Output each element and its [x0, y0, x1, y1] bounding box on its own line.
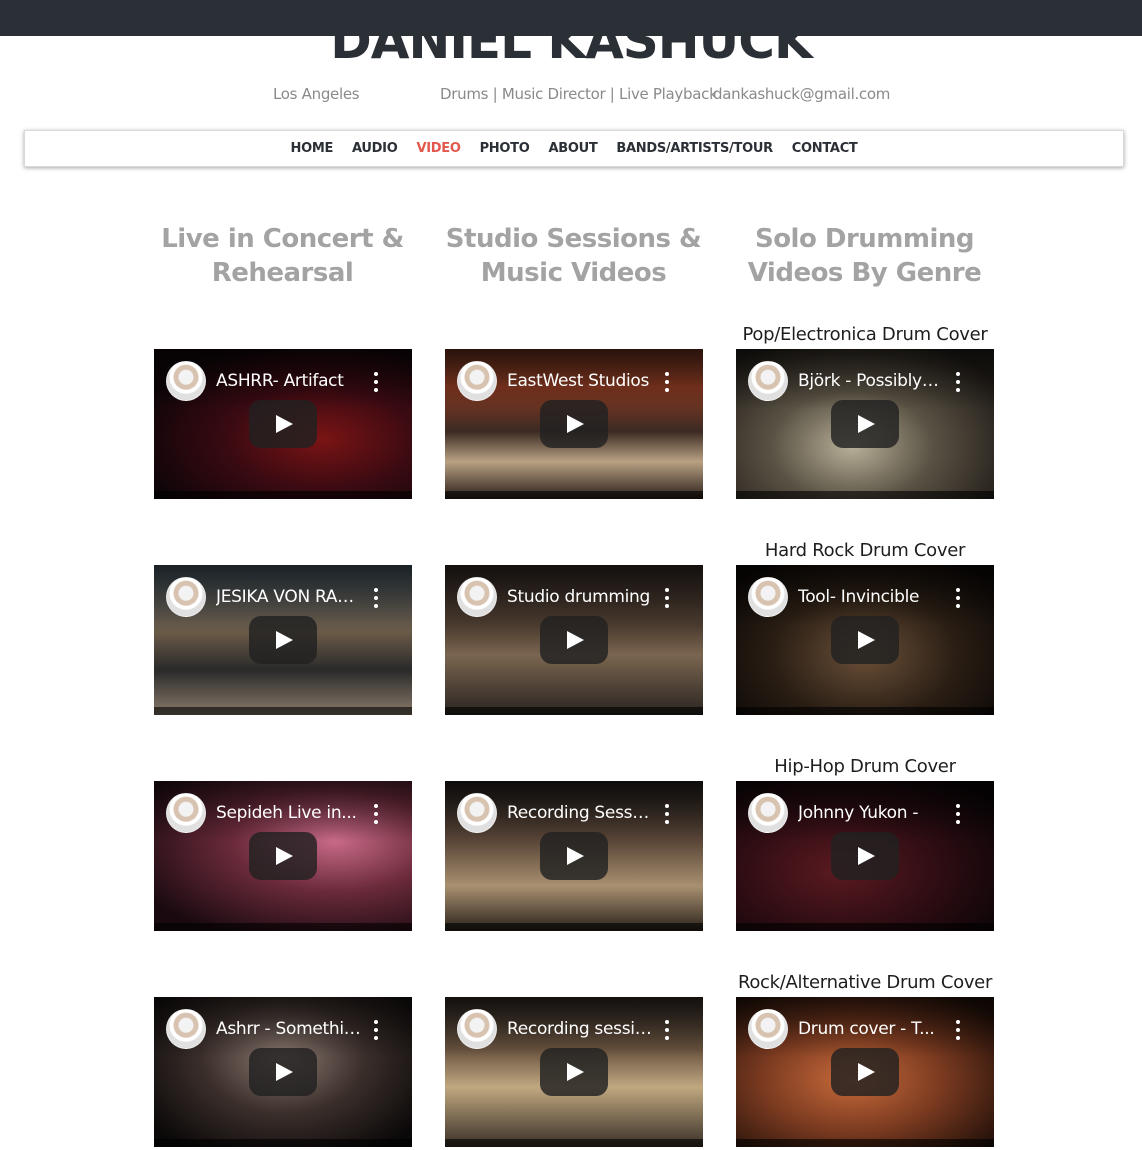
play-icon[interactable] — [249, 616, 317, 664]
more-vert-icon[interactable] — [661, 1020, 673, 1040]
studio-title-line-2: Music Videos — [480, 258, 667, 288]
more-vert-icon[interactable] — [952, 372, 964, 392]
genre-label-rock-alt: Rock/Alternative Drum Cover — [737, 972, 993, 993]
more-vert-icon[interactable] — [661, 588, 673, 608]
video-title[interactable]: JESIKA VON RABBIT — [216, 586, 361, 608]
channel-avatar[interactable] — [166, 361, 206, 401]
channel-avatar[interactable] — [166, 1009, 206, 1049]
nav-home[interactable]: HOME — [281, 141, 343, 156]
roles-text: Drums | Music Director | Live Playback — [440, 85, 718, 103]
video-title[interactable]: Studio drumming — [507, 586, 652, 608]
more-vert-icon[interactable] — [952, 588, 964, 608]
video-embed-live-3[interactable]: Sepideh Live in... — [154, 781, 412, 931]
play-icon[interactable] — [831, 400, 899, 448]
video-embed-live-4[interactable]: Ashrr - Something — [154, 997, 412, 1147]
video-title[interactable]: Recording session — [507, 1018, 652, 1040]
live-column-title: Live in Concert & Rehearsal — [137, 222, 428, 290]
video-title[interactable]: Recording Session — [507, 802, 652, 824]
video-title[interactable]: Johnny Yukon - — [798, 802, 943, 824]
video-embed-live-1[interactable]: ASHRR- Artifact — [154, 349, 412, 499]
nav-about[interactable]: ABOUT — [539, 141, 607, 156]
video-title[interactable]: Drum cover - T... — [798, 1018, 943, 1040]
video-title[interactable]: Björk - Possibly Maybe — [798, 370, 943, 392]
studio-column-title: Studio Sessions & Music Videos — [428, 222, 719, 290]
top-bar — [0, 0, 1142, 36]
solo-title-line-2: Videos By Genre — [747, 258, 982, 288]
play-icon[interactable] — [831, 616, 899, 664]
play-icon[interactable] — [249, 832, 317, 880]
video-title[interactable]: EastWest Studios — [507, 370, 652, 392]
more-vert-icon[interactable] — [661, 804, 673, 824]
main-nav: HOME AUDIO VIDEO PHOTO ABOUT BANDS/ARTIS… — [24, 130, 1124, 167]
genre-label-hip-hop: Hip-Hop Drum Cover — [774, 756, 956, 777]
solo-column-title: Solo Drumming Videos By Genre — [719, 222, 1010, 290]
play-icon[interactable] — [540, 832, 608, 880]
nav-video[interactable]: VIDEO — [407, 141, 470, 156]
video-title[interactable]: Ashrr - Something — [216, 1018, 361, 1040]
video-title[interactable]: Sepideh Live in... — [216, 802, 361, 824]
nav-photo[interactable]: PHOTO — [470, 141, 539, 156]
video-embed-solo-1[interactable]: Björk - Possibly Maybe — [736, 349, 994, 499]
channel-avatar[interactable] — [166, 577, 206, 617]
more-vert-icon[interactable] — [952, 804, 964, 824]
video-embed-studio-4[interactable]: Recording session — [445, 997, 703, 1147]
video-embed-solo-2[interactable]: Tool- Invincible — [736, 565, 994, 715]
more-vert-icon[interactable] — [952, 1020, 964, 1040]
channel-avatar[interactable] — [748, 1009, 788, 1049]
channel-avatar[interactable] — [166, 793, 206, 833]
live-title-line-1: Live in Concert & — [161, 224, 404, 254]
channel-avatar[interactable] — [748, 361, 788, 401]
play-icon[interactable] — [249, 400, 317, 448]
nav-audio[interactable]: AUDIO — [343, 141, 407, 156]
nav-contact[interactable]: CONTACT — [782, 141, 867, 156]
play-icon[interactable] — [831, 1048, 899, 1096]
video-embed-solo-4[interactable]: Drum cover - T... — [736, 997, 994, 1147]
video-embed-studio-2[interactable]: Studio drumming — [445, 565, 703, 715]
play-icon[interactable] — [831, 832, 899, 880]
more-vert-icon[interactable] — [370, 588, 382, 608]
solo-title-line-1: Solo Drumming — [754, 224, 975, 254]
channel-avatar[interactable] — [457, 1009, 497, 1049]
studio-title-line-1: Studio Sessions & — [445, 224, 702, 254]
nav-bands-artists-tour[interactable]: BANDS/ARTISTS/TOUR — [607, 141, 782, 156]
channel-avatar[interactable] — [748, 793, 788, 833]
channel-avatar[interactable] — [748, 577, 788, 617]
video-embed-studio-1[interactable]: EastWest Studios — [445, 349, 703, 499]
video-title[interactable]: ASHRR- Artifact — [216, 370, 361, 392]
channel-avatar[interactable] — [457, 361, 497, 401]
more-vert-icon[interactable] — [661, 372, 673, 392]
more-vert-icon[interactable] — [370, 1020, 382, 1040]
video-embed-studio-3[interactable]: Recording Session — [445, 781, 703, 931]
email-link[interactable]: dankashuck@gmail.com — [713, 84, 890, 104]
video-embed-solo-3[interactable]: Johnny Yukon - — [736, 781, 994, 931]
live-title-line-2: Rehearsal — [211, 258, 354, 288]
genre-label-hard-rock: Hard Rock Drum Cover — [764, 540, 966, 561]
channel-avatar[interactable] — [457, 577, 497, 617]
more-vert-icon[interactable] — [370, 372, 382, 392]
location-text: Los Angeles — [273, 85, 360, 103]
video-embed-live-2[interactable]: JESIKA VON RABBIT — [154, 565, 412, 715]
video-title[interactable]: Tool- Invincible — [798, 586, 943, 608]
play-icon[interactable] — [249, 1048, 317, 1096]
play-icon[interactable] — [540, 1048, 608, 1096]
genre-label-pop: Pop/Electronica Drum Cover — [742, 324, 988, 345]
play-icon[interactable] — [540, 400, 608, 448]
channel-avatar[interactable] — [457, 793, 497, 833]
more-vert-icon[interactable] — [370, 804, 382, 824]
play-icon[interactable] — [540, 616, 608, 664]
